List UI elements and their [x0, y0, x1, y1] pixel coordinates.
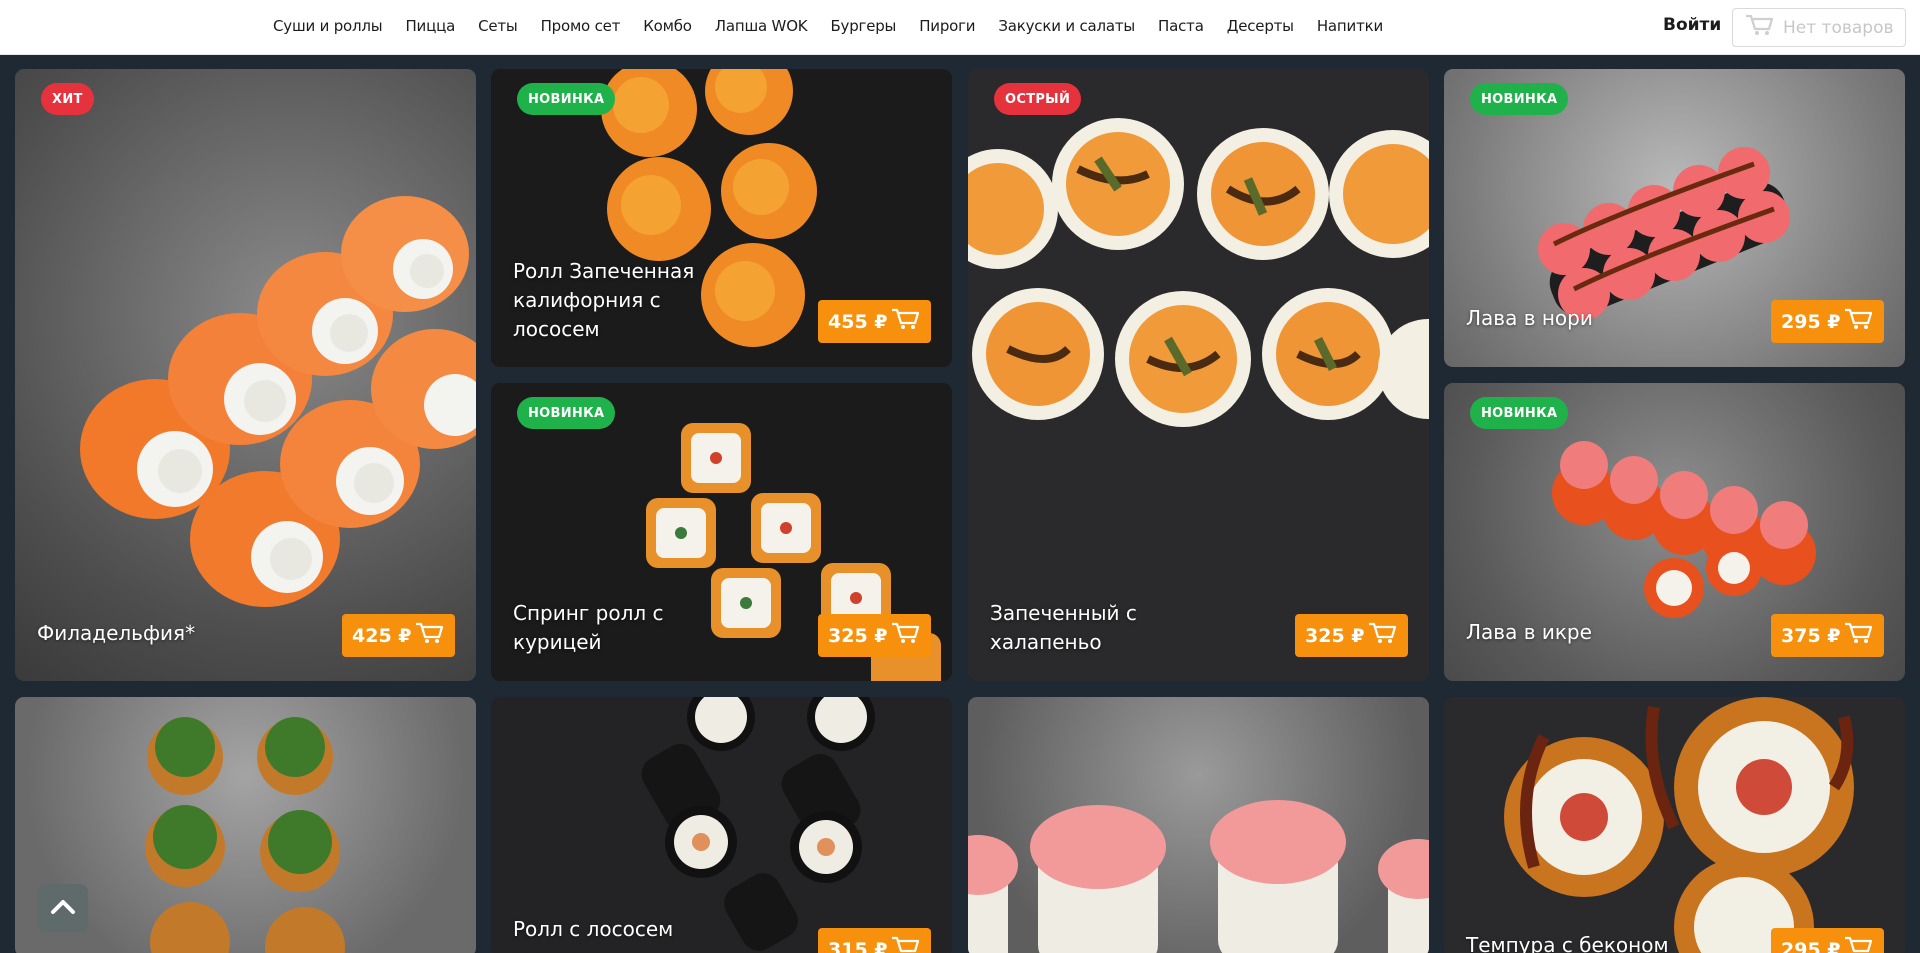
chevron-up-icon — [50, 897, 76, 919]
cart-label: Нет товаров — [1783, 17, 1894, 38]
cart-icon — [891, 935, 921, 953]
product-card[interactable]: Ролл с лососем терияки 315 ₽ — [491, 697, 952, 953]
cart-button[interactable]: Нет товаров — [1732, 8, 1906, 47]
add-to-cart-button[interactable]: 295 ₽ — [1771, 928, 1884, 953]
nav-item-sets[interactable]: Сеты — [478, 17, 518, 35]
cart-icon — [1844, 935, 1874, 953]
badge-new: НОВИНКА — [517, 397, 616, 429]
product-name: Ролл с лососем терияки — [513, 917, 674, 953]
product-name: Запеченный с халапеньо — [990, 601, 1137, 654]
cart-icon — [1745, 13, 1775, 42]
nav-item-burgers[interactable]: Бургеры — [830, 17, 896, 35]
nav-item-promo-set[interactable]: Промо сет — [541, 17, 621, 35]
product-price: 325 ₽ — [1305, 624, 1365, 647]
product-card[interactable]: НОВИНКА Спринг ролл с курицей 325 ₽ — [491, 383, 952, 681]
badge-new: НОВИНКА — [517, 83, 616, 115]
add-to-cart-button[interactable]: 325 ₽ — [818, 614, 931, 657]
cart-icon — [1844, 621, 1874, 650]
product-card[interactable]: НОВИНКА Лава в икре 375 ₽ — [1444, 383, 1905, 681]
product-card[interactable]: Темпура с беконом 295 ₽ — [1444, 697, 1905, 953]
category-nav: Суши и роллы Пицца Сеты Промо сет Комбо … — [273, 14, 1383, 38]
login-link[interactable]: Войти — [1663, 15, 1721, 35]
product-price: 375 ₽ — [1781, 624, 1841, 647]
top-bar: Суши и роллы Пицца Сеты Промо сет Комбо … — [0, 0, 1920, 55]
product-card[interactable]: ОСТРЫЙ Запеченный с халапеньо 325 ₽ — [968, 69, 1429, 681]
scroll-to-top-button[interactable] — [38, 884, 88, 932]
product-price: 425 ₽ — [352, 624, 412, 647]
product-card[interactable]: ХИТ Филадельфия* 425 ₽ — [15, 69, 476, 681]
product-image — [1504, 697, 1854, 953]
add-to-cart-button[interactable]: 375 ₽ — [1771, 614, 1884, 657]
cart-icon — [891, 307, 921, 336]
badge-spicy: ОСТРЫЙ — [994, 83, 1082, 115]
nav-item-pasta[interactable]: Паста — [1158, 17, 1204, 35]
badge-new: НОВИНКА — [1470, 83, 1569, 115]
product-name: Ролл Запеченная калифорния с лососем — [513, 259, 695, 341]
nav-item-drinks[interactable]: Напитки — [1317, 17, 1383, 35]
product-card[interactable]: НОВИНКА Ролл Запеченная калифорния с лос… — [491, 69, 952, 367]
nav-item-pies[interactable]: Пироги — [919, 17, 975, 35]
product-name: Темпура с беконом — [1466, 933, 1669, 953]
product-price: 325 ₽ — [828, 624, 888, 647]
nav-item-combo[interactable]: Комбо — [643, 17, 692, 35]
add-to-cart-button[interactable]: 315 ₽ — [818, 928, 931, 953]
product-price: 295 ₽ — [1781, 938, 1841, 953]
cart-icon — [1844, 307, 1874, 336]
add-to-cart-button[interactable]: 425 ₽ — [342, 614, 455, 657]
badge-new: НОВИНКА — [1470, 397, 1569, 429]
product-card[interactable] — [968, 697, 1429, 953]
product-price: 315 ₽ — [828, 938, 888, 953]
nav-item-sushi[interactable]: Суши и роллы — [273, 17, 383, 35]
product-name: Лава в нори — [1466, 306, 1593, 330]
badge-hit: ХИТ — [41, 83, 94, 115]
add-to-cart-button[interactable]: 295 ₽ — [1771, 300, 1884, 343]
nav-item-desserts[interactable]: Десерты — [1227, 17, 1294, 35]
product-price: 455 ₽ — [828, 310, 888, 333]
cart-icon — [415, 621, 445, 650]
nav-item-snacks[interactable]: Закуски и салаты — [998, 17, 1135, 35]
product-image — [968, 118, 1429, 427]
nav-item-pizza[interactable]: Пицца — [405, 17, 455, 35]
product-price: 295 ₽ — [1781, 310, 1841, 333]
add-to-cart-button[interactable]: 325 ₽ — [1295, 614, 1408, 657]
product-image — [968, 800, 1429, 953]
nav-item-wok[interactable]: Лапша WOK — [715, 17, 808, 35]
product-name: Филадельфия* — [37, 621, 196, 645]
product-name: Спринг ролл с курицей — [513, 601, 664, 654]
product-card[interactable]: НОВИНКА Лава в нори 295 ₽ — [1444, 69, 1905, 367]
cart-icon — [891, 621, 921, 650]
cart-icon — [1368, 621, 1398, 650]
product-image — [80, 196, 476, 607]
product-name: Лава в икре — [1466, 620, 1592, 644]
add-to-cart-button[interactable]: 455 ₽ — [818, 300, 931, 343]
